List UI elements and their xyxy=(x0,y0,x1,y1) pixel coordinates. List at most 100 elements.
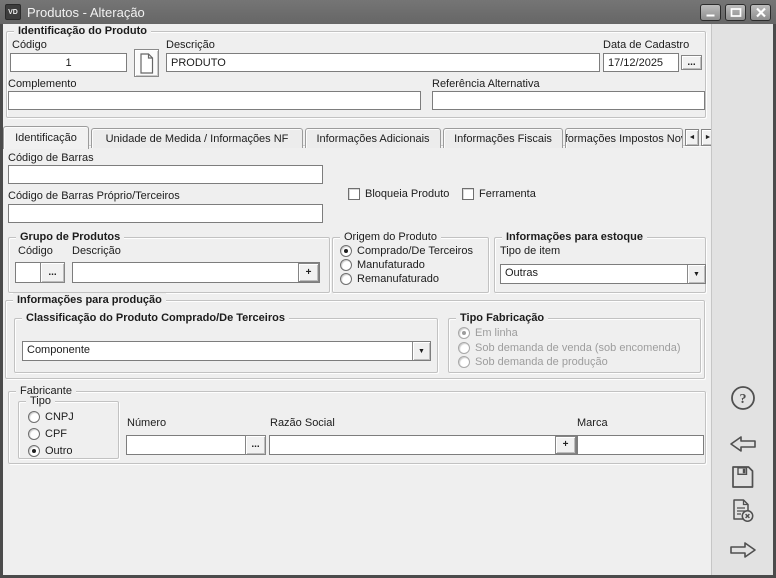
tab-informacoes-adicionais[interactable]: Informações Adicionais xyxy=(305,128,441,148)
help-icon: ? xyxy=(729,384,757,412)
ferramenta-label: Ferramenta xyxy=(479,188,536,201)
tipo-de-item-value: Outras xyxy=(501,265,687,283)
razao-social-input[interactable] xyxy=(270,436,555,454)
classificacao-select[interactable]: Componente ▼ xyxy=(22,341,431,361)
radio-label: Remanufaturado xyxy=(357,273,439,285)
data-cadastro-browse-button[interactable]: ... xyxy=(681,55,702,70)
descricao-input[interactable] xyxy=(166,53,600,72)
radio-icon xyxy=(28,428,40,440)
referencia-alternativa-label: Referência Alternativa xyxy=(432,78,540,91)
tab-informacoes-impostos[interactable]: Informações Impostos Novo xyxy=(565,128,683,148)
tipo-fabricacao-group: Tipo Fabricação Em linha Sob demanda de … xyxy=(448,318,701,373)
close-button[interactable] xyxy=(750,4,771,21)
product-id-legend: Identificação do Produto xyxy=(14,24,151,38)
radio-sob-demanda-producao: Sob demanda de produção xyxy=(458,356,608,368)
grupo-codigo-label: Código xyxy=(18,245,53,258)
grupo-descricao-input[interactable] xyxy=(73,263,298,282)
action-bar: ? xyxy=(711,24,773,575)
back-button[interactable] xyxy=(727,428,759,459)
data-cadastro-input[interactable] xyxy=(603,53,679,72)
tipo-de-item-label: Tipo de item xyxy=(500,245,560,258)
radio-icon xyxy=(28,411,40,423)
cancel-document-icon xyxy=(729,497,757,525)
grupo-descricao-field: + xyxy=(72,262,320,283)
grupo-codigo-browse-button[interactable]: ... xyxy=(40,262,65,283)
codigo-barras-terceiros-label: Código de Barras Próprio/Terceiros xyxy=(8,190,180,203)
grupo-codigo-input[interactable] xyxy=(15,262,41,283)
razao-social-add-button[interactable]: + xyxy=(555,436,576,454)
radio-icon xyxy=(340,245,352,257)
codigo-barras-input[interactable] xyxy=(8,165,323,184)
cancel-button[interactable] xyxy=(727,495,759,526)
radio-label: Em linha xyxy=(475,327,518,339)
minimize-icon xyxy=(705,7,717,18)
numero-browse-button[interactable]: ... xyxy=(245,435,266,455)
radio-label: Sob demanda de venda (sob encomenda) xyxy=(475,342,680,354)
classificacao-legend: Classificação do Produto Comprado/De Ter… xyxy=(22,311,289,325)
radio-icon xyxy=(340,273,352,285)
radio-icon xyxy=(458,342,470,354)
data-cadastro-label: Data de Cadastro xyxy=(603,39,689,52)
codigo-barras-terceiros-input[interactable] xyxy=(8,204,323,223)
radio-comprado-terceiros[interactable]: Comprado/De Terceiros xyxy=(340,245,473,257)
radio-cpf[interactable]: CPF xyxy=(28,428,67,440)
chevron-down-icon[interactable]: ▼ xyxy=(687,265,705,283)
tab-unidade-medida[interactable]: Unidade de Medida / Informações NF xyxy=(91,128,303,148)
radio-label: Manufaturado xyxy=(357,259,425,271)
razao-social-field: + xyxy=(269,435,577,455)
tab-scroll-left-icon[interactable]: ◄ xyxy=(685,129,699,146)
minimize-button[interactable] xyxy=(700,4,721,21)
maximize-icon xyxy=(730,7,742,18)
form-panel: Identificação do Produto Código Descriçã… xyxy=(3,24,711,575)
codigo-barras-label: Código de Barras xyxy=(8,152,94,165)
radio-cnpj[interactable]: CNPJ xyxy=(28,411,74,423)
radio-outro[interactable]: Outro xyxy=(28,445,73,457)
radio-label: CPF xyxy=(45,428,67,440)
bloqueia-produto-checkbox[interactable] xyxy=(348,188,360,200)
title-bar[interactable]: VD Produtos - Alteração xyxy=(0,0,776,24)
document-icon xyxy=(139,53,154,74)
ferramenta-checkbox[interactable] xyxy=(462,188,474,200)
complemento-input[interactable] xyxy=(8,91,421,110)
tab-bar: Identificação Unidade de Medida / Inform… xyxy=(3,125,710,148)
numero-label: Número xyxy=(127,417,166,430)
grupo-descricao-label: Descrição xyxy=(72,245,121,258)
forward-arrow-icon xyxy=(729,539,757,561)
tab-identificacao[interactable]: Identificação xyxy=(3,126,89,149)
new-document-button[interactable] xyxy=(134,49,159,77)
marca-input[interactable] xyxy=(577,435,704,455)
close-icon xyxy=(755,7,767,18)
radio-manufaturado[interactable]: Manufaturado xyxy=(340,259,425,271)
window-body: Identificação do Produto Código Descriçã… xyxy=(0,24,776,578)
tipo-de-item-select[interactable]: Outras ▼ xyxy=(500,264,706,284)
back-arrow-icon xyxy=(729,433,757,455)
referencia-alternativa-input[interactable] xyxy=(432,91,705,110)
radio-icon xyxy=(458,356,470,368)
origem-produto-legend: Origem do Produto xyxy=(340,230,441,244)
numero-input[interactable] xyxy=(126,435,246,455)
save-button[interactable] xyxy=(727,461,759,492)
help-button[interactable]: ? xyxy=(727,382,759,413)
producao-legend: Informações para produção xyxy=(13,293,166,307)
chevron-down-icon[interactable]: ▼ xyxy=(412,342,430,360)
radio-icon xyxy=(28,445,40,457)
svg-text:?: ? xyxy=(740,392,747,407)
tab-informacoes-fiscais[interactable]: Informações Fiscais xyxy=(443,128,563,148)
radio-em-linha: Em linha xyxy=(458,327,518,339)
radio-sob-demanda-venda: Sob demanda de venda (sob encomenda) xyxy=(458,342,680,354)
maximize-button[interactable] xyxy=(725,4,746,21)
radio-label: CNPJ xyxy=(45,411,74,423)
radio-icon xyxy=(340,259,352,271)
forward-button[interactable] xyxy=(727,534,759,565)
estoque-legend: Informações para estoque xyxy=(502,230,647,244)
codigo-input[interactable] xyxy=(10,53,127,72)
grupo-descricao-add-button[interactable]: + xyxy=(298,263,319,282)
marca-label: Marca xyxy=(577,417,608,430)
complemento-label: Complemento xyxy=(8,78,76,91)
codigo-label: Código xyxy=(12,39,47,52)
descricao-label: Descrição xyxy=(166,39,215,52)
save-icon xyxy=(729,463,757,491)
bloqueia-produto-label: Bloqueia Produto xyxy=(365,188,449,201)
radio-remanufaturado[interactable]: Remanufaturado xyxy=(340,273,439,285)
app-window: VD Produtos - Alteração Identificação do… xyxy=(0,0,776,578)
